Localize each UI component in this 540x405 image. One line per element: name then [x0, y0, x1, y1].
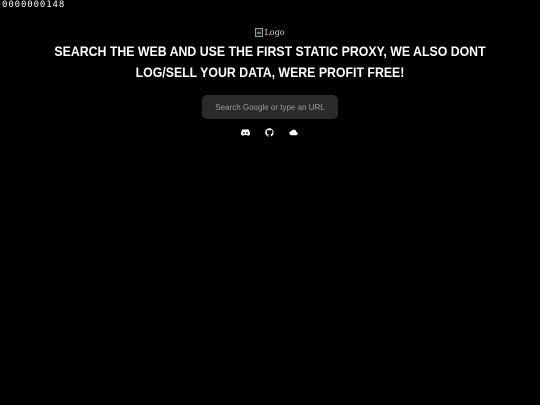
- visit-counter: 0000000148: [2, 0, 66, 11]
- cloud-link[interactable]: [288, 127, 298, 137]
- visit-counter-value: 0000000148: [2, 0, 66, 10]
- discord-icon: [240, 128, 250, 136]
- social-links: [240, 127, 298, 137]
- broken-image-icon: [255, 27, 264, 37]
- logo-container: Logo: [0, 25, 540, 39]
- github-icon: [264, 127, 274, 137]
- github-link[interactable]: [264, 127, 274, 137]
- page: 0000000148 Logo SEARCH THE WEB AND USE T…: [0, 0, 540, 405]
- cloud-icon: [288, 129, 298, 135]
- discord-link[interactable]: [240, 127, 250, 137]
- page-headline: SEARCH THE WEB AND USE THE FIRST STATIC …: [54, 43, 486, 80]
- logo-image: Logo: [255, 25, 285, 39]
- search-input[interactable]: [202, 95, 338, 119]
- logo-alt-text: Logo: [264, 27, 285, 37]
